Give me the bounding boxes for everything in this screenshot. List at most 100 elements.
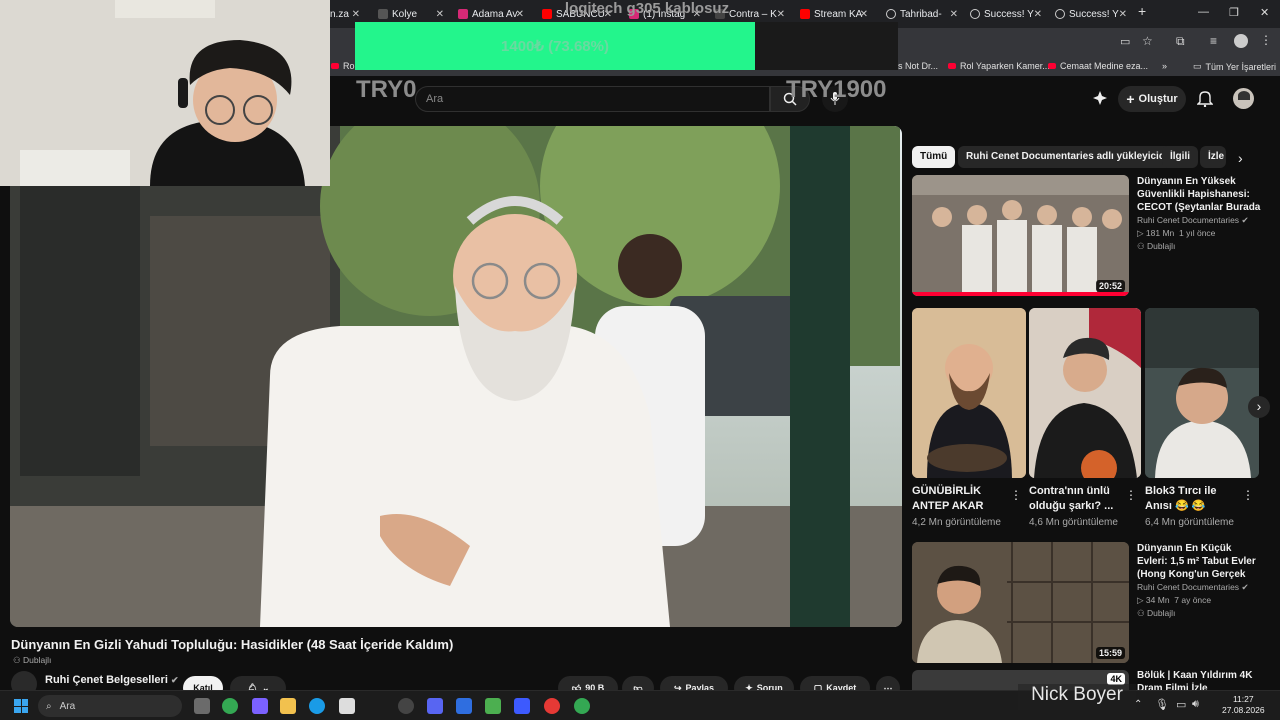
tab-label: Stream KA xyxy=(814,8,863,20)
webcam-overlay xyxy=(0,0,330,186)
short-thumbnail[interactable] xyxy=(912,308,1026,478)
sidebar-video-info[interactable]: Bölük | Kaan Yıldırım 4K Dram Filmi İzle xyxy=(1137,669,1262,690)
dub-icon: ⚇ xyxy=(1137,608,1145,618)
short-thumbnail[interactable] xyxy=(1145,308,1259,478)
donation-progress-bar: 1400₺ (73.68%) xyxy=(355,22,755,70)
browser-tab[interactable]: Tahribad- ✕ xyxy=(886,4,958,24)
clock[interactable]: 11:27 27.08.2026 xyxy=(1222,694,1265,716)
cast-icon[interactable]: ▭ xyxy=(1120,35,1130,48)
media-icon[interactable]: ≡ xyxy=(1210,34,1217,48)
all-bookmarks[interactable]: ▭ Tüm Yer İşaretleri xyxy=(1193,61,1276,72)
close-icon[interactable]: ✕ xyxy=(436,9,444,20)
clock-date: 27.08.2026 xyxy=(1222,705,1265,715)
browser-tab[interactable]: Success! Y ✕ xyxy=(970,4,1042,24)
close-icon[interactable]: ✕ xyxy=(1034,9,1042,20)
account-avatar[interactable] xyxy=(1233,88,1254,109)
obs-icon[interactable] xyxy=(398,698,414,714)
task-view-icon[interactable] xyxy=(194,698,210,714)
short-thumbnail[interactable] xyxy=(1029,308,1141,478)
channel-name[interactable]: Ruhi Çenet Belgeselleri ✔ xyxy=(45,674,178,686)
chip-uploader[interactable]: Ruhi Cenet Documentaries adlı yükleyicid… xyxy=(958,146,1185,168)
chrome-icon[interactable] xyxy=(574,698,590,714)
bookmark-star-icon[interactable]: ☆ xyxy=(1142,34,1153,48)
short-views: 4,6 Mn görüntüleme xyxy=(1029,517,1118,528)
badge-label: Dublajlı xyxy=(1147,241,1176,251)
minimize-button[interactable]: — xyxy=(1198,6,1209,18)
close-icon[interactable]: ✕ xyxy=(777,9,785,20)
tab-label: n.za xyxy=(330,8,349,20)
app-icon[interactable] xyxy=(339,698,355,714)
close-window-button[interactable]: ✕ xyxy=(1260,6,1269,19)
bookmark-item[interactable]: Cemaat Medine eza... xyxy=(1048,61,1148,71)
more-menu-icon[interactable]: ⋮ xyxy=(1260,33,1272,47)
chevron-right-icon[interactable]: › xyxy=(1248,396,1270,418)
close-icon[interactable]: ✕ xyxy=(860,9,868,20)
bookmark-item[interactable]: Ro xyxy=(331,61,355,71)
browser-tab[interactable]: Success! Y ✕ xyxy=(1055,4,1127,24)
sidebar-video-info[interactable]: Dünyanın En Yüksek Güvenlikli Hapishanes… xyxy=(1137,175,1262,253)
gemini-icon[interactable] xyxy=(1092,90,1108,106)
youtube-icon xyxy=(800,9,810,19)
chip-watched[interactable]: İzle xyxy=(1200,146,1226,168)
extensions-icon[interactable]: ⧉ xyxy=(1176,34,1185,49)
dub-icon: ⚇ xyxy=(13,655,21,665)
close-icon[interactable]: ✕ xyxy=(516,9,524,20)
short-title: Contra'nın ünlü olduğu şarkı? ... xyxy=(1029,485,1114,512)
app-icon[interactable] xyxy=(456,698,472,714)
sidebar-video-info[interactable]: Dünyanın En Küçük Evleri: 1,5 m² Tabut E… xyxy=(1137,542,1262,620)
network-icon[interactable]: ▭ xyxy=(1176,698,1186,711)
browser-tab[interactable]: Stream KA ✕ xyxy=(800,4,868,24)
more-options-icon[interactable]: ⋮ xyxy=(1125,488,1137,502)
new-tab-button[interactable]: + xyxy=(1138,3,1146,19)
bookmark-item[interactable]: s Not Dr... xyxy=(898,61,938,71)
donation-goal-start: TRY0 xyxy=(356,76,417,103)
all-bookmarks-label: Tüm Yer İşaretleri xyxy=(1205,61,1277,72)
chip-related[interactable]: İlgili xyxy=(1162,146,1198,168)
copilot-icon[interactable] xyxy=(252,698,268,714)
edge-icon[interactable] xyxy=(309,698,325,714)
minecraft-icon[interactable] xyxy=(485,698,501,714)
more-options-icon[interactable]: ⋮ xyxy=(1242,488,1254,502)
restore-button[interactable]: ❐ xyxy=(1229,6,1239,19)
video-player[interactable] xyxy=(10,126,902,627)
short-info[interactable]: GÜNÜBİRLİK ANTEP AKAR 4,2 Mn görüntüleme xyxy=(912,484,1012,528)
short-info[interactable]: Contra'nın ünlü olduğu şarkı? ... 4,6 Mn… xyxy=(1029,484,1129,528)
browser-tab[interactable]: Kolye ✕ xyxy=(378,4,444,24)
close-icon[interactable]: ✕ xyxy=(352,9,360,20)
search-input[interactable]: Ara xyxy=(415,86,770,112)
short-info[interactable]: Blok3 Tırcı ile Anısı 😂 😂 6,4 Mn görüntü… xyxy=(1145,484,1245,528)
close-icon[interactable]: ✕ xyxy=(950,9,958,20)
browser-tab[interactable]: Adama Av ✕ xyxy=(458,4,524,24)
ea-app-icon[interactable] xyxy=(514,698,530,714)
channel-label: Ruhi Cenet Documentaries xyxy=(1137,215,1240,225)
close-icon[interactable]: ✕ xyxy=(1119,9,1127,20)
profile-avatar[interactable] xyxy=(1234,34,1248,48)
dubbed-badge: ⚇ Dublajlı xyxy=(13,654,51,667)
taskbar-search-input[interactable]: ⌕ Ara xyxy=(38,695,182,717)
sidebar-video-thumbnail[interactable]: 20:52 xyxy=(912,175,1129,296)
chevron-right-icon[interactable]: » xyxy=(1162,61,1167,71)
video-duration: 20:52 xyxy=(1095,280,1125,292)
chip-all[interactable]: Tümü xyxy=(912,146,956,168)
sidebar-video-thumbnail[interactable]: 15:59 xyxy=(912,542,1129,663)
bookmark-item[interactable]: Rol Yaparken Kamer... xyxy=(948,61,1050,71)
video-title: Dünyanın En Küçük Evleri: 1,5 m² Tabut E… xyxy=(1137,543,1256,580)
volume-icon[interactable]: 🔊︎ xyxy=(1192,698,1199,711)
notifications-bell-icon[interactable] xyxy=(1196,90,1214,112)
discord-icon[interactable] xyxy=(427,698,443,714)
start-button[interactable] xyxy=(14,699,28,713)
bookmark-label: s Not Dr... xyxy=(898,61,939,71)
tab-label: Tahribad- xyxy=(900,8,942,20)
chevron-right-icon[interactable]: › xyxy=(1238,150,1243,166)
browser-tab[interactable]: n.za ✕ xyxy=(330,4,360,24)
video-title: Bölük | Kaan Yıldırım 4K Dram Filmi İzle xyxy=(1137,670,1253,690)
file-explorer-icon[interactable] xyxy=(280,698,296,714)
microphone-icon[interactable]: 🎙︎ xyxy=(1155,698,1169,711)
page-icon xyxy=(886,9,896,19)
chrome-icon[interactable] xyxy=(222,698,238,714)
create-label: Oluştur xyxy=(1138,93,1178,105)
more-options-icon[interactable]: ⋮ xyxy=(1010,488,1022,502)
app-icon[interactable] xyxy=(544,698,560,714)
create-button[interactable]: + Oluştur xyxy=(1118,86,1186,112)
short-title: GÜNÜBİRLİK ANTEP AKAR xyxy=(912,485,984,512)
